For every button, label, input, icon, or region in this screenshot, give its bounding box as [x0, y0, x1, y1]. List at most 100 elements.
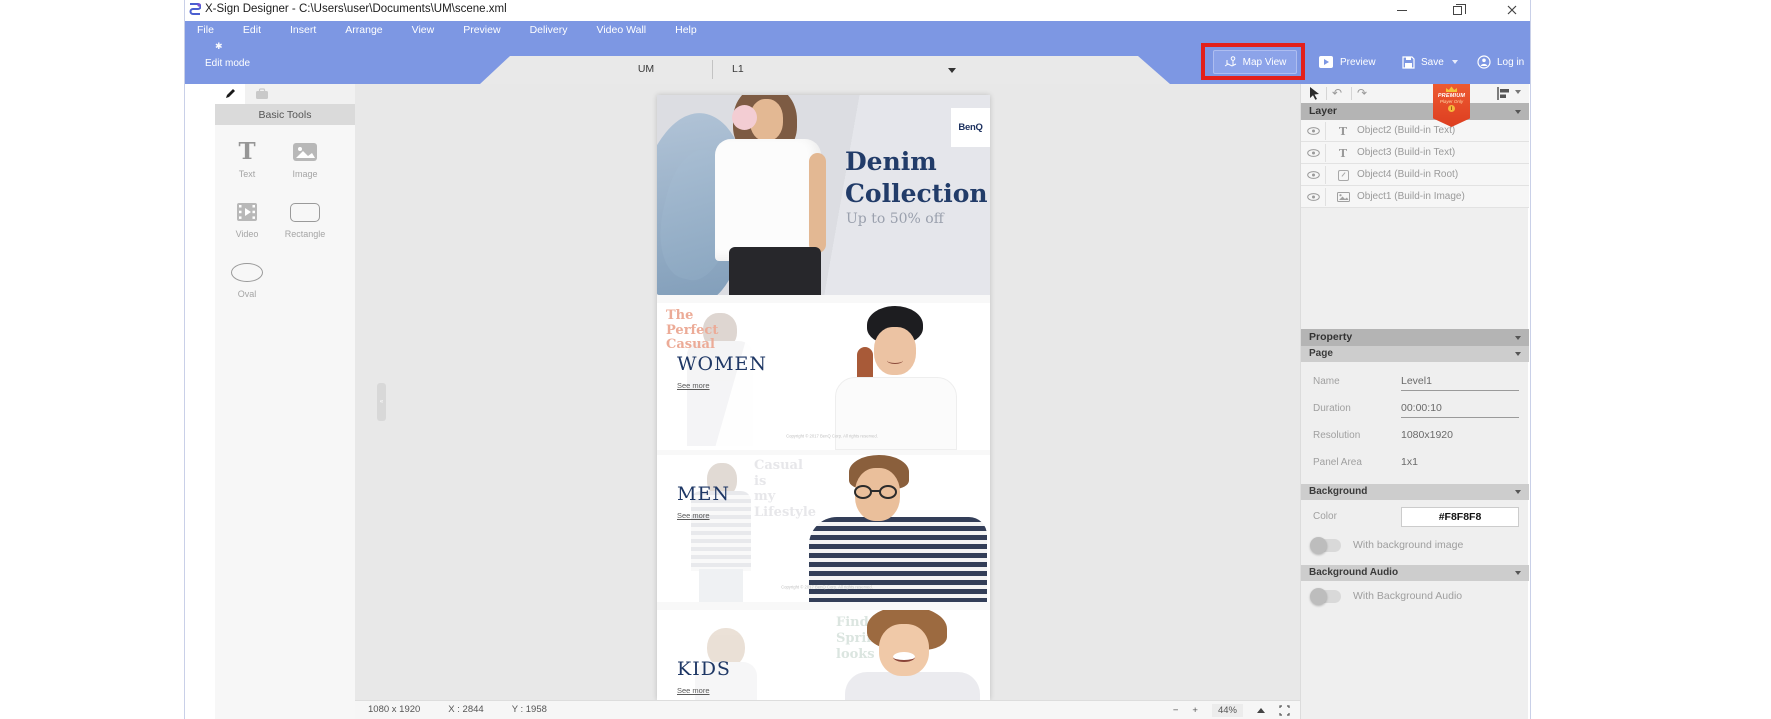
collapse-caret-icon[interactable] — [1515, 352, 1521, 356]
section-women[interactable]: The Perfect Casual WOMEN See more Copyri… — [657, 303, 990, 450]
redo-icon[interactable]: ↷ — [1357, 84, 1367, 102]
image-layer-icon — [1333, 186, 1353, 208]
layer-row[interactable]: T Object2 (Build-in Text) — [1301, 120, 1529, 142]
scene-tab[interactable]: UM L1 — [480, 56, 1170, 84]
see-more-link: See more — [677, 511, 710, 520]
eye-icon[interactable] — [1301, 142, 1325, 164]
menu-help[interactable]: Help — [671, 24, 701, 36]
canvas-workspace[interactable]: BenQ Denim Collection Up to 50% off The … — [355, 84, 1300, 700]
text-layer-icon: T — [1333, 142, 1353, 164]
brand-logo: BenQ — [951, 108, 990, 147]
eye-icon[interactable] — [1301, 186, 1325, 208]
star-icon[interactable]: ✱ — [215, 41, 223, 52]
collapse-caret-icon[interactable] — [1515, 110, 1521, 114]
text-tool-icon: T — [218, 140, 276, 164]
save-button[interactable]: Save — [1402, 50, 1458, 74]
rectangle-tool-icon — [276, 200, 334, 224]
menu-video-wall[interactable]: Video Wall — [593, 24, 651, 36]
women-photo — [805, 303, 990, 450]
menu-insert[interactable]: Insert — [286, 24, 320, 36]
fit-screen-icon[interactable] — [1279, 705, 1290, 716]
eye-icon[interactable] — [1301, 120, 1325, 142]
design-page[interactable]: BenQ Denim Collection Up to 50% off The … — [657, 95, 990, 700]
background-section-header[interactable]: Background — [1301, 484, 1529, 500]
menu-preview[interactable]: Preview — [459, 24, 504, 36]
menu-edit[interactable]: Edit — [239, 24, 265, 36]
title-bar: X-Sign Designer - C:\Users\user\Document… — [185, 0, 1530, 21]
page-section-header[interactable]: Page — [1301, 346, 1529, 362]
menu-arrange[interactable]: Arrange — [341, 24, 386, 36]
layer-row[interactable]: T Object3 (Build-in Text) — [1301, 142, 1529, 164]
zoom-in-button[interactable]: + — [1192, 705, 1198, 716]
name-input[interactable]: Level1 — [1401, 375, 1519, 391]
collapse-caret-icon[interactable] — [1515, 490, 1521, 494]
sidebar-header: Basic Tools — [215, 104, 355, 125]
zoom-out-button[interactable]: − — [1173, 705, 1179, 716]
preview-label: Preview — [1340, 57, 1376, 68]
tool-rectangle[interactable]: Rectangle — [276, 200, 334, 239]
field-duration: Duration 00:00:10 — [1301, 399, 1529, 423]
collapse-caret-icon[interactable] — [1515, 336, 1521, 340]
field-resolution: Resolution 1080x1920 — [1301, 426, 1529, 450]
select-cursor-icon[interactable] — [1309, 87, 1321, 100]
section-kids[interactable]: Find the Spring looks KIDS See more — [657, 610, 990, 700]
eye-icon[interactable] — [1301, 164, 1325, 186]
preview-button[interactable]: Preview — [1318, 50, 1376, 74]
menu-file[interactable]: File — [193, 24, 218, 36]
section-men[interactable]: Casual is my Lifestyle MEN See more Copy… — [657, 455, 990, 602]
text-layer-icon: T — [1333, 120, 1353, 142]
layer-row[interactable]: Object4 (Build-in Root) — [1301, 164, 1529, 186]
screen: X-Sign Designer - C:\Users\user\Document… — [0, 0, 1771, 719]
layer-row[interactable]: Object1 (Build-in Image) — [1301, 186, 1529, 208]
zoom-level[interactable]: 44% — [1212, 704, 1243, 717]
sidebar-collapse-handle[interactable]: « — [377, 383, 386, 421]
sidebar-tabs — [215, 84, 355, 104]
see-more-link: See more — [677, 381, 710, 390]
window-title: X-Sign Designer - C:\Users\user\Document… — [205, 3, 507, 15]
background-color-input[interactable]: #F8F8F8 — [1401, 507, 1519, 527]
cursor-x: X : 2844 — [448, 704, 483, 715]
app-icon — [188, 3, 201, 22]
tool-oval[interactable]: Oval — [218, 260, 276, 299]
duration-input[interactable]: 00:00:10 — [1401, 402, 1519, 418]
layer-panel-header[interactable]: Layer — [1301, 103, 1529, 120]
collapse-caret-icon[interactable] — [1515, 571, 1521, 575]
crown-icon — [1445, 86, 1458, 93]
model-shirt-shape — [715, 139, 821, 261]
tab-widgets[interactable] — [245, 84, 279, 104]
hero-subtitle: Up to 50% off — [846, 211, 944, 227]
play-icon — [1318, 55, 1334, 69]
video-tool-icon — [218, 200, 276, 224]
background-audio-toggle[interactable] — [1311, 590, 1341, 603]
align-icon[interactable] — [1497, 87, 1510, 100]
undo-icon[interactable]: ↶ — [1332, 84, 1342, 102]
tab-edit-tools[interactable] — [215, 84, 245, 104]
root-layer-icon — [1333, 164, 1353, 186]
login-button[interactable]: Log in — [1477, 50, 1524, 74]
oval-tool-icon — [218, 260, 276, 284]
align-caret-icon[interactable] — [1515, 90, 1521, 94]
chevron-down-icon[interactable] — [948, 68, 956, 73]
layer-list: T Object2 (Build-in Text) T Object3 (Bui… — [1301, 120, 1529, 208]
minimize-icon[interactable] — [1385, 0, 1419, 20]
section-title: WOMEN — [677, 353, 767, 375]
restore-icon[interactable] — [1440, 0, 1474, 20]
menu-delivery[interactable]: Delivery — [526, 24, 572, 36]
tool-text[interactable]: T Text — [218, 140, 276, 179]
login-label: Log in — [1497, 57, 1524, 68]
tool-image[interactable]: Image — [276, 140, 334, 179]
image-tool-icon — [276, 140, 334, 164]
background-audio-section-header[interactable]: Background Audio — [1301, 565, 1529, 581]
zoom-menu-caret-icon[interactable] — [1257, 708, 1265, 713]
tool-video[interactable]: Video — [218, 200, 276, 239]
save-dropdown-caret-icon[interactable] — [1452, 60, 1458, 64]
header-bar: File Edit Insert Arrange View Preview De… — [185, 21, 1530, 84]
close-icon[interactable] — [1495, 0, 1529, 20]
menu-view[interactable]: View — [408, 24, 439, 36]
hero-title-line1: Denim — [845, 147, 937, 176]
hero-banner[interactable]: BenQ Denim Collection Up to 50% off — [657, 95, 990, 295]
background-image-toggle[interactable] — [1311, 539, 1341, 552]
property-panel-header[interactable]: Property — [1301, 329, 1529, 346]
kids-photo — [787, 610, 990, 700]
map-view-button[interactable]: Map View — [1213, 50, 1297, 74]
